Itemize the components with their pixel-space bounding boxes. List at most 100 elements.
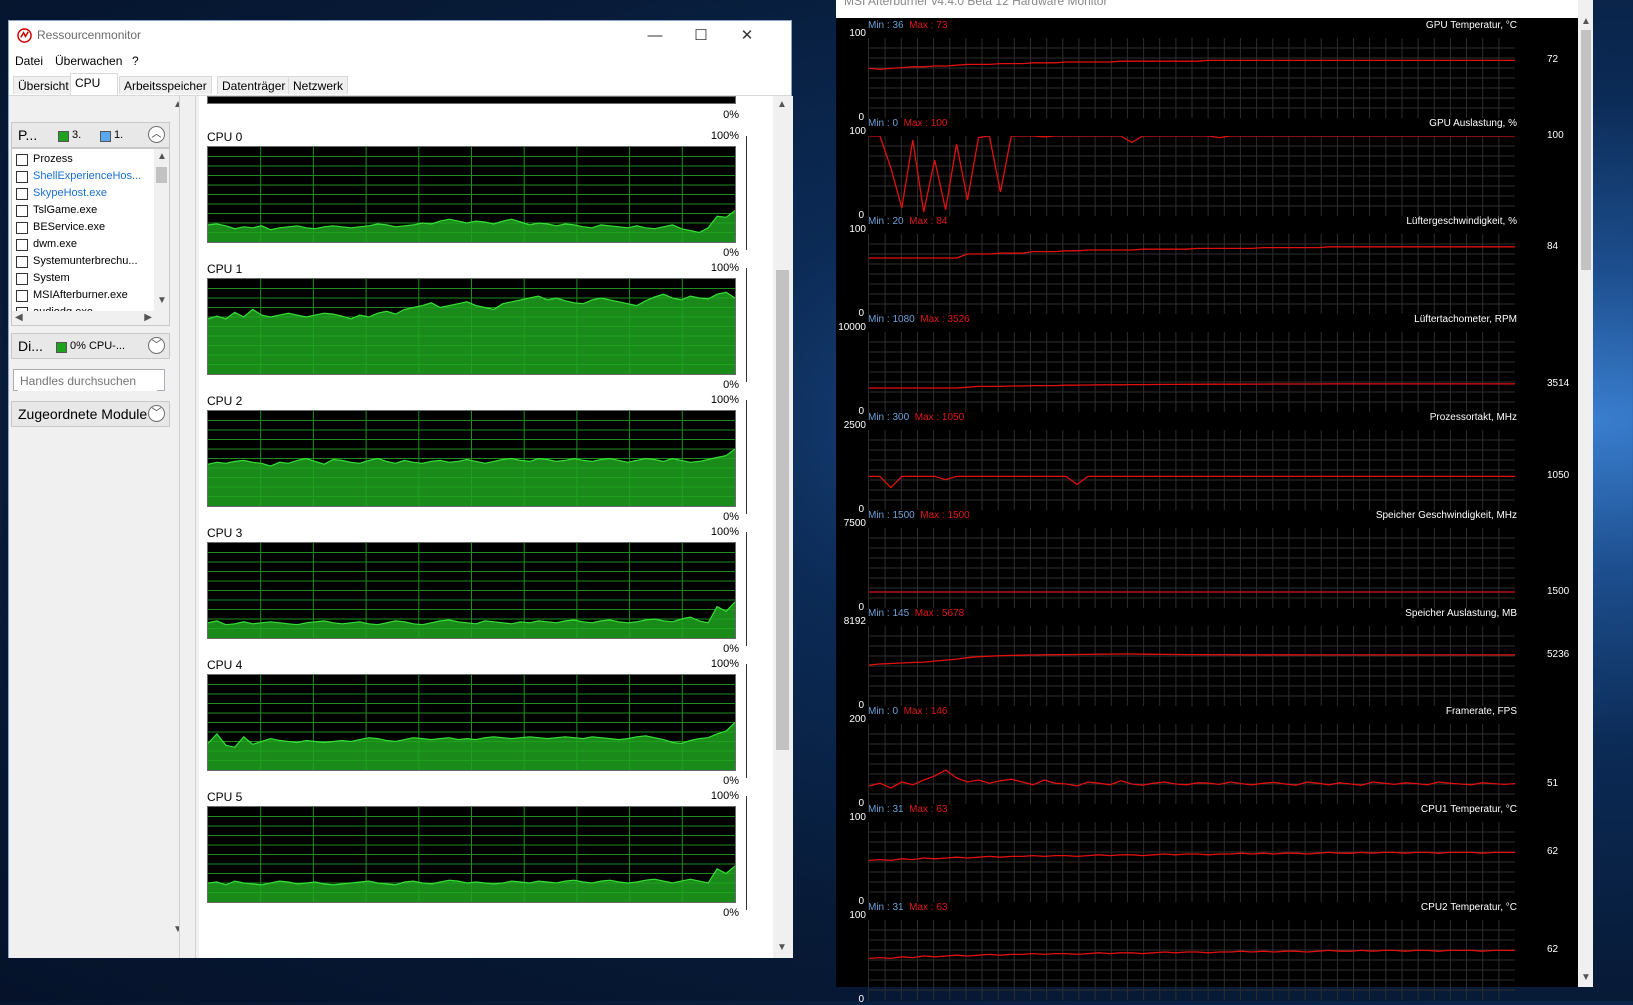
monitor-graph: Min : 0 Max : 100 GPU Auslastung, % 100 0 10… <box>836 116 1578 221</box>
collapse-icon[interactable]: ︿ <box>148 126 165 143</box>
process-checkbox[interactable] <box>16 290 28 302</box>
ab-scroll-up-icon[interactable]: ▲ <box>1581 16 1591 27</box>
menu-ueberwachen[interactable]: Überwachen <box>55 54 122 68</box>
cpu-usage-chart <box>208 675 735 770</box>
current-value: 72 <box>1547 54 1559 66</box>
ab-scroll-thumb[interactable] <box>1581 30 1591 270</box>
select-all-checkbox[interactable] <box>16 154 28 166</box>
processes-section-label: P... <box>18 127 38 143</box>
expand-modules-icon[interactable]: ﹀ <box>148 405 165 422</box>
scroll-up-icon[interactable]: ▲ <box>157 151 167 162</box>
menu-datei[interactable]: Datei <box>15 54 43 68</box>
process-checkbox[interactable] <box>16 205 28 217</box>
minimize-button[interactable]: — <box>632 21 678 51</box>
afterburner-title-bar[interactable]: MSI Afterburner v4.4.0 Beta 12 Hardware … <box>836 0 1578 18</box>
panel-splitter[interactable] <box>179 96 196 958</box>
monitor-graph: Min : 300 Max : 1050 Prozessortakt, MHz 25… <box>836 410 1578 515</box>
process-checkbox[interactable] <box>16 222 28 234</box>
process-row[interactable]: TslGame.exe <box>12 203 152 219</box>
left-panel: P... 3. 1. ︿ Prozess ShellExperienceHos.… <box>9 96 185 958</box>
current-value: 5236 <box>1547 648 1570 660</box>
current-value: 1500 <box>1547 586 1570 597</box>
process-checkbox[interactable] <box>16 273 28 285</box>
process-checkbox[interactable] <box>16 188 28 200</box>
expand-icon[interactable]: ﹀ <box>148 337 165 354</box>
monitor-chart <box>869 430 1515 510</box>
process-row[interactable]: dwm.exe <box>12 237 152 253</box>
process-column-header[interactable]: Prozess <box>12 152 152 168</box>
tab-arbeitsspeicher[interactable]: Arbeitsspeicher <box>119 76 212 94</box>
process-list-scrollbar[interactable]: ▲ ▼ <box>154 149 169 325</box>
scroll-left-icon[interactable]: ◀ <box>15 312 23 323</box>
cpu-usage-graph <box>207 278 736 375</box>
process-row[interactable]: System <box>12 271 152 287</box>
cut-off-graph-min: 0% <box>723 109 739 121</box>
scale-min-label: 0 <box>858 994 864 1005</box>
scroll-right-icon[interactable]: ▶ <box>144 312 152 323</box>
menu-help[interactable]: ? <box>132 54 139 68</box>
maximize-button[interactable]: ☐ <box>678 21 724 51</box>
graphs-scroll-up-icon[interactable]: ▲ <box>777 99 787 110</box>
window-title: Ressourcenmonitor <box>37 28 142 42</box>
title-bar[interactable]: Ressourcenmonitor — ☐ ✕ <box>9 21 791 51</box>
tab-bar: Übersicht CPU Arbeitsspeicher Datenträge… <box>9 73 791 96</box>
process-checkbox[interactable] <box>16 171 28 183</box>
process-row[interactable]: ShellExperienceHos... <box>12 169 152 185</box>
handles-search-box[interactable] <box>13 369 165 391</box>
monitor-graph: Min : 1500 Max : 1500 Speicher Geschwindi… <box>836 508 1578 613</box>
monitor-graph: Min : 145 Max : 5678 Speicher Auslastung,… <box>836 606 1578 711</box>
cpu-label: CPU 4 <box>207 658 243 672</box>
cpu-usage-graph <box>207 674 736 771</box>
process-checkbox[interactable] <box>16 239 28 251</box>
process-row[interactable]: BEService.exe <box>12 220 152 236</box>
current-value: 62 <box>1547 846 1559 858</box>
cpu-max-label: 100% <box>710 130 739 142</box>
current-value: 100 <box>1547 130 1564 141</box>
scroll-thumb[interactable] <box>156 167 167 183</box>
process-row[interactable]: SkypeHost.exe <box>12 186 152 202</box>
cut-off-graph <box>207 96 736 104</box>
monitor-chart <box>869 332 1515 412</box>
main-content: P... 3. 1. ︿ Prozess ShellExperienceHos.… <box>9 96 793 958</box>
graphs-scrollbar[interactable]: ▲ ▼ <box>773 96 792 958</box>
process-list-hscrollbar[interactable]: ◀ ▶ <box>12 311 156 325</box>
scroll-down-icon[interactable]: ▼ <box>157 295 167 306</box>
cpu-usage-area <box>208 292 735 374</box>
cpu-label: CPU 3 <box>207 526 243 540</box>
scale-max-label: 100 <box>849 812 866 823</box>
monitor-graph: Min : 31 Max : 63 CPU1 Temperatur, °C 100 0… <box>836 802 1578 907</box>
scale-max-label: 100 <box>849 28 866 39</box>
monitor-chart <box>869 920 1515 1000</box>
graph-name: Framerate, FPS <box>1445 706 1517 717</box>
tab-uebersicht[interactable]: Übersicht <box>13 76 74 94</box>
monitor-graph: Min : 31 Max : 63 CPU2 Temperatur, °C 100 0… <box>836 900 1578 1005</box>
scale-max-label: 7500 <box>843 518 866 529</box>
processes-section-header[interactable]: P... 3. 1. ︿ <box>11 122 170 148</box>
process-row[interactable]: MSIAfterburner.exe <box>12 288 152 304</box>
graph-name: GPU Temperatur, °C <box>1425 20 1517 31</box>
tab-datentraeger[interactable]: Datenträger <box>217 76 291 94</box>
scale-max-label: 10000 <box>838 322 866 333</box>
process-name: BEService.exe <box>33 221 106 233</box>
process-row[interactable]: Systemunterbrechu... <box>12 254 152 270</box>
ab-scroll-down-icon[interactable]: ▼ <box>1581 972 1591 983</box>
services-section-header[interactable]: Di... 0% CPU-... ﹀ <box>11 333 170 359</box>
graphs-scroll-thumb[interactable] <box>776 270 789 750</box>
scale-max-label: 100 <box>849 910 866 921</box>
afterburner-scrollbar[interactable]: ▲ ▼ <box>1578 0 1593 987</box>
process-name: ShellExperienceHos... <box>33 170 142 182</box>
process-checkbox[interactable] <box>16 256 28 268</box>
cpu-max-label: 100% <box>710 526 739 538</box>
current-value: 51 <box>1547 777 1559 789</box>
close-button[interactable]: ✕ <box>724 21 770 51</box>
tab-cpu[interactable]: CPU <box>70 73 118 95</box>
graph-plot-area <box>868 626 1515 707</box>
handles-search-input[interactable] <box>18 371 157 391</box>
graphs-scroll-down-icon[interactable]: ▼ <box>777 942 787 953</box>
graph-plot-area <box>868 430 1515 511</box>
tab-netzwerk[interactable]: Netzwerk <box>288 76 349 94</box>
scale-max-label: 8192 <box>843 616 866 627</box>
modules-section-header[interactable]: Zugeordnete Module ﹀ <box>11 401 170 427</box>
cpu-max-label: 100% <box>710 394 739 406</box>
process-name: MSIAfterburner.exe <box>33 289 128 301</box>
